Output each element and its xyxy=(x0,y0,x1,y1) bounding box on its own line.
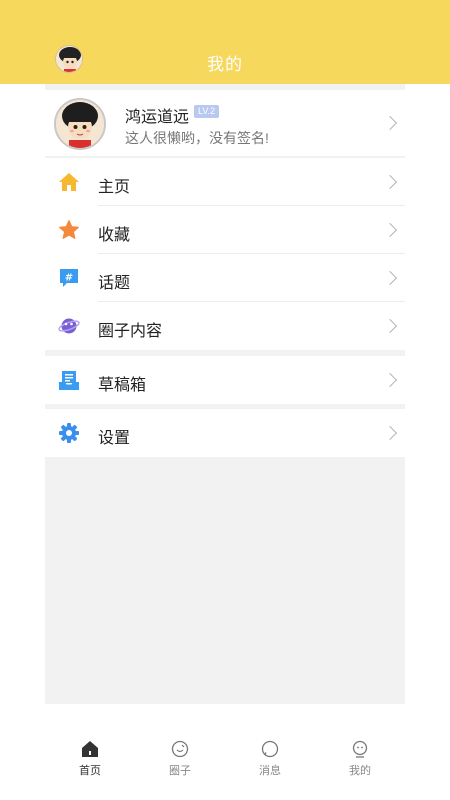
hashtag-icon: # xyxy=(60,269,78,287)
planet-icon xyxy=(58,318,80,334)
profile-name: 鸿运道远 xyxy=(125,109,190,126)
menu-group-settings: 设置 xyxy=(45,409,405,457)
chevron-right-icon xyxy=(382,222,398,238)
tab-messages[interactable]: 消息 xyxy=(240,740,300,778)
menu-group-drafts: 草稿箱 xyxy=(45,356,405,404)
menu-item-label: 设置 xyxy=(98,430,131,447)
circle-tab-icon xyxy=(171,740,189,758)
profile-card[interactable]: 鸿运道远 LV.2 这人很懒哟，没有签名! xyxy=(45,90,405,156)
tab-home[interactable]: 首页 xyxy=(60,740,120,778)
tab-label: 首页 xyxy=(79,765,101,777)
menu-item-settings[interactable]: 设置 xyxy=(45,409,405,457)
avatar[interactable] xyxy=(54,98,106,150)
menu-item-label: 话题 xyxy=(98,275,131,292)
menu-item-drafts[interactable]: 草稿箱 xyxy=(45,356,405,404)
profile-tab-icon xyxy=(352,740,368,758)
home-icon xyxy=(59,173,79,191)
menu-item-label: 主页 xyxy=(98,179,131,196)
message-tab-icon xyxy=(261,740,279,758)
page-title: 我的 xyxy=(207,55,243,74)
svg-text:#: # xyxy=(65,273,73,284)
home-tab-icon xyxy=(82,741,98,757)
menu-item-homepage[interactable]: 主页 xyxy=(45,158,405,206)
chevron-right-icon xyxy=(382,372,398,388)
tab-label: 我的 xyxy=(349,765,371,777)
tab-label: 消息 xyxy=(259,765,281,777)
menu-item-favorites[interactable]: 收藏 xyxy=(45,206,405,254)
chevron-right-icon xyxy=(382,174,398,190)
bottom-tab-bar: 首页 圈子 消息 我的 xyxy=(0,704,450,800)
menu-group-main: 主页 收藏 # 话题 圈子内容 xyxy=(45,158,405,350)
tab-label: 圈子 xyxy=(169,765,191,777)
chevron-right-icon xyxy=(382,115,398,131)
level-badge: LV.2 xyxy=(194,105,220,118)
star-icon xyxy=(59,220,79,239)
menu-item-label: 草稿箱 xyxy=(98,377,147,394)
draft-box-icon xyxy=(59,371,79,390)
top-header: 我的 xyxy=(0,0,450,84)
menu-item-topics[interactable]: # 话题 xyxy=(45,254,405,302)
chevron-right-icon xyxy=(382,425,398,441)
main-content: 鸿运道远 LV.2 这人很懒哟，没有签名! 主页 收藏 # 话题 圈子内容 草稿… xyxy=(45,84,405,704)
chevron-right-icon xyxy=(382,270,398,286)
menu-item-label: 圈子内容 xyxy=(98,323,163,340)
tab-circle[interactable]: 圈子 xyxy=(150,740,210,778)
tab-mine[interactable]: 我的 xyxy=(330,740,390,778)
menu-item-label: 收藏 xyxy=(98,227,131,244)
menu-item-circle-content[interactable]: 圈子内容 xyxy=(45,302,405,350)
gear-icon xyxy=(59,423,79,443)
chevron-right-icon xyxy=(382,318,398,334)
profile-signature: 这人很懒哟，没有签名! xyxy=(125,130,269,146)
